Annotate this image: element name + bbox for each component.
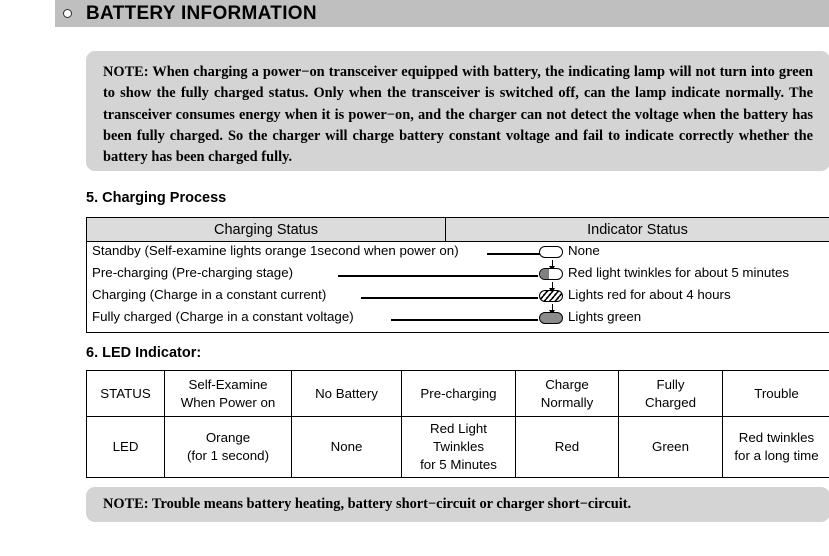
page-root: BATTERY INFORMATION NOTE: When charging … xyxy=(0,0,829,556)
page-footer: 5 Professional FM Transceiver xyxy=(0,526,829,556)
table-row: Fully charged (Charge in a constant volt… xyxy=(87,308,829,330)
column-header-charge-normally: Charge Normally xyxy=(515,370,619,417)
cell-led-fully-charged: Green xyxy=(618,416,723,478)
charging-status-label: Charging (Charge in a constant current) xyxy=(92,287,327,302)
charging-status-label: Pre-charging (Pre-charging stage) xyxy=(92,265,294,280)
note-box-top: NOTE: When charging a power−on transceiv… xyxy=(86,51,829,171)
column-header-indicator-status: Indicator Status xyxy=(587,221,688,238)
led-half-icon xyxy=(539,268,563,280)
section-heading-led-indicator: 6. LED Indicator: xyxy=(86,345,202,361)
column-header-trouble: Trouble xyxy=(722,370,829,417)
table-row: Charging (Charge in a constant current) … xyxy=(87,286,829,308)
page-header-bar: BATTERY INFORMATION xyxy=(55,0,829,27)
charging-table-header-row: Charging Status Indicator Status xyxy=(87,218,829,242)
column-header-self-examine: Self-Examine When Power on xyxy=(164,370,292,417)
column-header-pre-charging: Pre-charging xyxy=(401,370,516,417)
note-bottom-text: NOTE: Trouble means battery heating, bat… xyxy=(103,496,632,512)
row-header-led: LED xyxy=(86,416,165,478)
charging-status-label: Fully charged (Charge in a constant volt… xyxy=(92,309,354,324)
cell-led-trouble: Red twinkles for a long time xyxy=(722,416,829,478)
connector-line xyxy=(391,319,538,321)
column-header-status: STATUS xyxy=(86,370,165,417)
table-row: LED Orange (for 1 second) None Red Light T… xyxy=(86,416,829,478)
led-hatched-icon xyxy=(539,290,563,302)
indicator-status-label: Red light twinkles for about 5 minutes xyxy=(568,265,789,280)
cell-led-self-examine: Orange (for 1 second) xyxy=(164,416,292,478)
column-header-no-battery: No Battery xyxy=(291,370,402,417)
charging-process-table: Charging Status Indicator Status Standby… xyxy=(86,217,829,333)
led-empty-icon xyxy=(539,246,563,258)
connector-line xyxy=(361,297,538,300)
cell-led-charge-normally: Red xyxy=(515,416,619,478)
column-header-charging-status: Charging Status xyxy=(87,218,446,241)
charging-table-body: Standby (Self-examine lights orange 1sec… xyxy=(87,242,829,330)
page-title: BATTERY INFORMATION xyxy=(86,2,317,24)
section-heading-charging-process: 5. Charging Process xyxy=(86,190,227,206)
table-row: STATUS Self-Examine When Power on No Batt… xyxy=(86,370,829,417)
led-solid-icon xyxy=(539,312,563,324)
led-indicator-table: STATUS Self-Examine When Power on No Batt… xyxy=(86,370,829,478)
indicator-status-label: Lights green xyxy=(568,309,642,324)
note-box-bottom: NOTE: Trouble means battery heating, bat… xyxy=(86,487,829,522)
table-row: Pre-charging (Pre-charging stage) Red li… xyxy=(87,264,829,286)
column-header-fully-charged: Fully Charged xyxy=(618,370,723,417)
indicator-status-label: None xyxy=(568,243,600,258)
cell-led-pre-charging: Red Light Twinkles for 5 Minutes xyxy=(401,416,516,478)
cell-led-no-battery: None xyxy=(291,416,402,478)
indicator-status-label: Lights red for about 4 hours xyxy=(568,287,731,302)
connector-line xyxy=(338,275,538,277)
circle-bullet-icon xyxy=(63,9,72,18)
table-row: Standby (Self-examine lights orange 1sec… xyxy=(87,242,829,264)
charging-status-label: Standby (Self-examine lights orange 1sec… xyxy=(92,243,459,258)
